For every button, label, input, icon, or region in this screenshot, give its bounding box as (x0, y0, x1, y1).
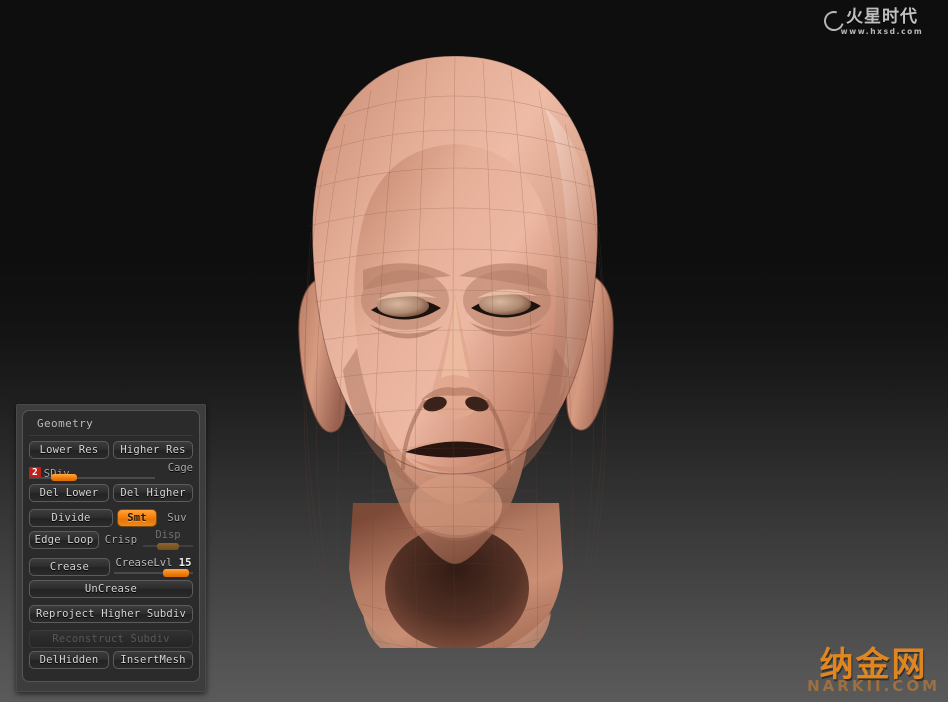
smt-toggle[interactable]: Smt (117, 509, 157, 527)
palette-title: Geometry (29, 415, 193, 436)
crease-lvl-value: 15 (178, 557, 192, 569)
watermark-narkii: 纳金网 NARKII.COM (807, 648, 940, 694)
sdiv-slider-knob[interactable] (51, 474, 77, 481)
narkii-logo-text: 纳金网 (819, 645, 928, 685)
row-divide: Divide Smt Suv (29, 509, 193, 527)
row-delete-levels: Del Lower Del Higher (29, 484, 193, 502)
row-reproject: Reproject Higher Subdiv (29, 605, 193, 623)
uncrease-button[interactable]: UnCrease (29, 580, 193, 598)
del-higher-button[interactable]: Del Higher (113, 484, 193, 502)
narkii-url-text: NARKII.COM (807, 677, 940, 695)
row-reconstruct: Reconstruct Subdiv (29, 630, 193, 648)
hxsd-logo-text: 火星时代 (846, 6, 918, 27)
row-resolution: Lower Res Higher Res (29, 441, 193, 459)
row-edge-loop: Edge Loop Crisp Disp (29, 529, 193, 550)
disp-label: Disp (155, 529, 181, 541)
reconstruct-subdiv-button: Reconstruct Subdiv (29, 630, 193, 648)
crease-lvl-slider[interactable]: CreaseLvl 15 (114, 557, 193, 577)
insert-mesh-button[interactable]: InsertMesh (113, 651, 193, 669)
cage-toggle-label[interactable]: Cage (168, 462, 193, 474)
del-lower-button[interactable]: Del Lower (29, 484, 109, 502)
higher-res-button[interactable]: Higher Res (113, 441, 193, 459)
hxsd-url-text: www.hxsd.com (840, 26, 924, 36)
reproject-higher-subdiv-button[interactable]: Reproject Higher Subdiv (29, 605, 193, 623)
disp-slider[interactable]: Disp (143, 529, 193, 550)
crease-lvl-knob[interactable] (163, 569, 189, 577)
del-hidden-button[interactable]: DelHidden (29, 651, 109, 669)
canvas-viewport[interactable]: 火星时代 www.hxsd.com 纳金网 NARKII.COM Geometr… (0, 0, 948, 702)
edge-loop-button[interactable]: Edge Loop (29, 531, 99, 549)
model-head-sculpt[interactable] (245, 48, 665, 648)
lower-res-button[interactable]: Lower Res (29, 441, 109, 459)
sdiv-slider[interactable]: 2SDiv Cage (29, 462, 193, 482)
row-mesh-ops: DelHidden InsertMesh (29, 651, 193, 669)
row-crease: Crease CreaseLvl 15 (29, 557, 193, 577)
sdiv-slider-track[interactable] (29, 477, 155, 479)
hxsd-swoosh-icon (820, 7, 848, 35)
watermark-hxsd: 火星时代 www.hxsd.com (820, 5, 942, 39)
row-uncrease: UnCrease (29, 580, 193, 598)
divide-button[interactable]: Divide (29, 509, 113, 527)
suv-toggle-label[interactable]: Suv (161, 512, 193, 524)
crease-lvl-label: CreaseLvl (115, 557, 173, 569)
crease-button[interactable]: Crease (29, 558, 110, 576)
disp-slider-knob[interactable] (157, 543, 179, 550)
geometry-palette[interactable]: Geometry Lower Res Higher Res 2SDiv Cage… (16, 404, 206, 692)
crisp-label[interactable]: Crisp (103, 534, 139, 546)
crease-lvl-text: CreaseLvl 15 (114, 557, 193, 569)
geometry-palette-inner: Geometry Lower Res Higher Res 2SDiv Cage… (22, 410, 200, 682)
